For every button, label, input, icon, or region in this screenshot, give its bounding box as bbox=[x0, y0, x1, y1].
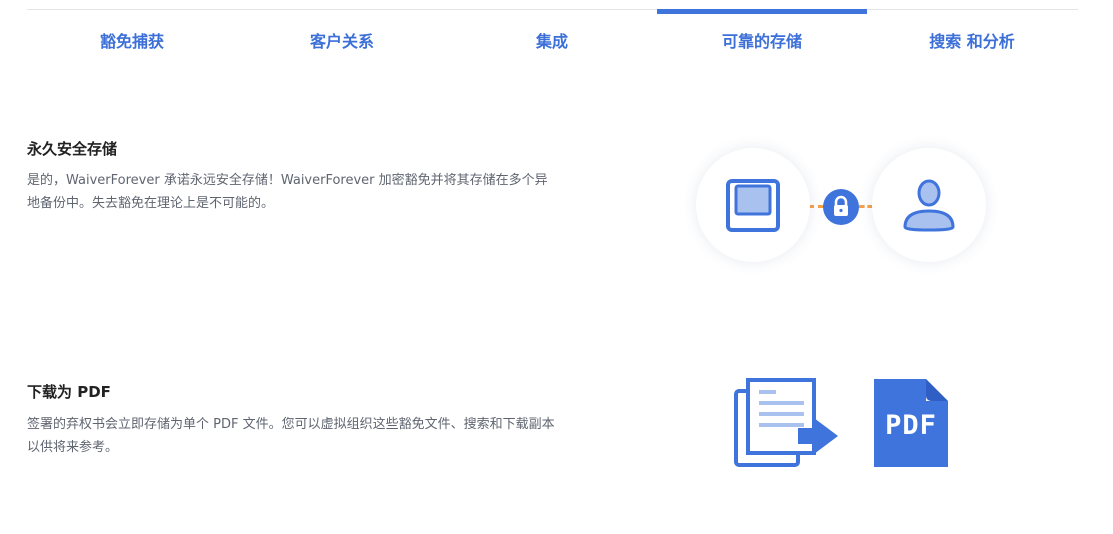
floppy-disk-icon bbox=[726, 179, 780, 232]
tab-customer-relations[interactable]: 客户关系 bbox=[237, 10, 447, 72]
tab-search-analytics[interactable]: 搜索 和分析 bbox=[867, 10, 1077, 72]
dashed-connector bbox=[808, 205, 824, 208]
lock-icon bbox=[834, 195, 848, 216]
section-desc-secure-storage: 是的，WaiverForever 承诺永远安全存储！WaiverForever … bbox=[27, 173, 548, 211]
dashed-connector bbox=[859, 205, 873, 208]
tab-waiver-capture[interactable]: 豁免捕获 bbox=[27, 10, 237, 72]
tab-reliable-storage[interactable]: 可靠的存储 bbox=[657, 9, 867, 72]
user-icon bbox=[903, 179, 955, 232]
pdf-file-icon: PDF bbox=[874, 379, 948, 467]
feature-tab-bar: 豁免捕获 客户关系 集成 可靠的存储 搜索 和分析 bbox=[27, 9, 1078, 72]
storage-circle bbox=[696, 148, 810, 262]
pdf-label: PDF bbox=[885, 410, 937, 441]
user-circle bbox=[872, 148, 986, 262]
tab-integration[interactable]: 集成 bbox=[447, 10, 657, 72]
documents-export-icon bbox=[734, 378, 838, 467]
section-title-secure-storage: 永久安全存储 bbox=[27, 140, 118, 158]
section-title-download-pdf: 下载为 PDF bbox=[27, 383, 111, 401]
section-desc-download-pdf: 签署的弃权书会立即存储为单个 PDF 文件。您可以虚拟组织这些豁免文件、搜索和下… bbox=[27, 417, 555, 455]
lock-badge bbox=[823, 189, 859, 225]
